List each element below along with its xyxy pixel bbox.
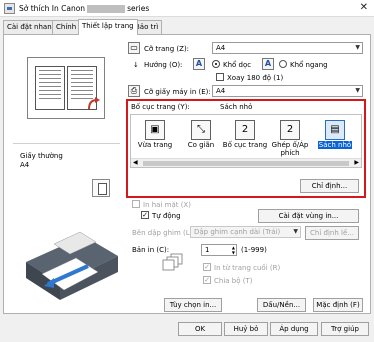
printer-paper-select[interactable]: A4 ▼ [212, 85, 363, 97]
layout-option-tiling-poster[interactable]: 2 Ghép ố/Áp phích [266, 120, 314, 157]
layout-option-scaled[interactable]: ⤡ Co giãn [177, 120, 225, 149]
landscape-preview-icon: A [262, 58, 274, 70]
copies-stack-icon [162, 253, 183, 271]
tiling-poster-icon: 2 [280, 120, 300, 140]
layout-option-label: Bố cục trang [222, 141, 268, 149]
scroll-right-icon[interactable]: ▶ [354, 159, 359, 166]
defaults-button[interactable]: Mặc định (F) [313, 298, 363, 312]
portrait-preview-icon: A [193, 58, 205, 70]
media-size-label: A4 [20, 161, 30, 169]
page-size-icon: ▭ [128, 42, 140, 54]
layout-option-label: Ghép ố/Áp phích [271, 141, 309, 157]
scrollbar-thumb[interactable] [143, 161, 349, 166]
page-size-select[interactable]: A4 ▼ [212, 42, 363, 54]
chevron-down-icon: ▼ [355, 44, 360, 51]
preview-page-left [35, 66, 65, 110]
tab-page-setup[interactable]: Thiết lập trang [78, 19, 138, 35]
layout-option-booklet[interactable]: ▤ Sách nhỏ [311, 120, 359, 149]
auto-label: Tự động [152, 212, 181, 220]
page-layout-icon: 2 [235, 120, 255, 140]
duplex-checkbox[interactable] [132, 200, 140, 208]
last-page-first-checkbox[interactable]: ✓ [203, 263, 211, 271]
booklet-icon: ▤ [325, 120, 345, 140]
media-type-label: Giấy thường [20, 152, 63, 160]
print-area-button[interactable]: Cài đặt vùng in... [258, 209, 359, 223]
duplex-label: In hai mặt (X) [143, 201, 191, 209]
printer-app-icon [4, 3, 15, 14]
chevron-down-icon: ▼ [355, 87, 360, 94]
auto-checkbox[interactable]: ✓ [141, 211, 149, 219]
title-bar: Sở thích In Canon series ✕ [0, 0, 374, 17]
orientation-arrow-icon: ↓ [133, 61, 139, 69]
printer-paper-label: Cỡ giấy máy in (E): [144, 88, 211, 96]
booklet-arrow-icon [88, 97, 100, 110]
spin-arrows-icon[interactable]: ▲ ▼ [232, 245, 235, 255]
landscape-radio[interactable] [279, 60, 287, 68]
layout-list-scrollbar[interactable]: ◀ ▶ [131, 158, 361, 167]
layout-option-label: Sách nhỏ [317, 141, 353, 149]
rotate-180-label: Xoay 180 độ (1) [227, 74, 284, 82]
page-layout-label: Bố cục trang (Y): [131, 103, 190, 111]
copies-input[interactable]: 1 ▲ ▼ [201, 244, 237, 256]
chevron-down-icon: ▼ [293, 228, 298, 235]
tab-main[interactable]: Chính [52, 20, 81, 34]
close-icon[interactable]: ✕ [360, 2, 368, 13]
printer-paper-icon: ⎙ [128, 85, 140, 97]
collate-checkbox[interactable]: ✓ [203, 276, 211, 284]
orientation-label: Hướng (O): [144, 61, 183, 69]
paper-source-icon [92, 179, 110, 197]
stapling-label: Bên dập ghim (L): [132, 229, 195, 237]
layout-option-page-layout[interactable]: 2 Bố cục trang [221, 120, 269, 149]
page-size-label: Cỡ trang (Z): [144, 45, 190, 53]
layout-option-label: Co giãn [187, 141, 215, 149]
copies-range: (1-999) [241, 246, 267, 254]
ok-button[interactable]: OK [178, 322, 222, 336]
landscape-label: Khổ ngang [290, 61, 328, 69]
window-title: Sở thích In Canon series [19, 4, 150, 13]
collate-label: Chia bộ (T) [214, 277, 253, 285]
layout-option-fit-page[interactable]: ▣ Vừa trang [131, 120, 179, 149]
portrait-label: Khổ dọc [223, 61, 252, 69]
rotate-180-checkbox[interactable] [216, 73, 224, 81]
scroll-left-icon[interactable]: ◀ [133, 159, 138, 166]
cancel-button[interactable]: Huỷ bỏ [224, 322, 268, 336]
divider [13, 143, 120, 144]
apply-button[interactable]: Áp dụng [270, 322, 318, 336]
help-button[interactable]: Trợ giúp [321, 322, 369, 336]
redacted-model-name [87, 5, 126, 13]
stapling-select[interactable]: Dập ghim cạnh dài (Trái) ▼ [190, 226, 301, 238]
fit-page-icon: ▣ [145, 120, 165, 140]
specify-button[interactable]: Chỉ định... [300, 179, 359, 193]
printer-illustration [26, 231, 118, 300]
print-options-button[interactable]: Tùy chọn in... [164, 298, 222, 312]
portrait-radio[interactable] [212, 60, 220, 68]
layout-preview [27, 57, 105, 119]
stamp-background-button[interactable]: Dấu/Nền... [257, 298, 306, 312]
page-layout-current-value: Sách nhỏ [220, 103, 253, 111]
last-page-first-label: In từ trang cuối (R) [214, 264, 281, 272]
layout-option-label: Vừa trang [137, 141, 173, 149]
margin-button[interactable]: Chỉ định lề... [305, 226, 359, 240]
scaled-icon: ⤡ [191, 120, 211, 140]
